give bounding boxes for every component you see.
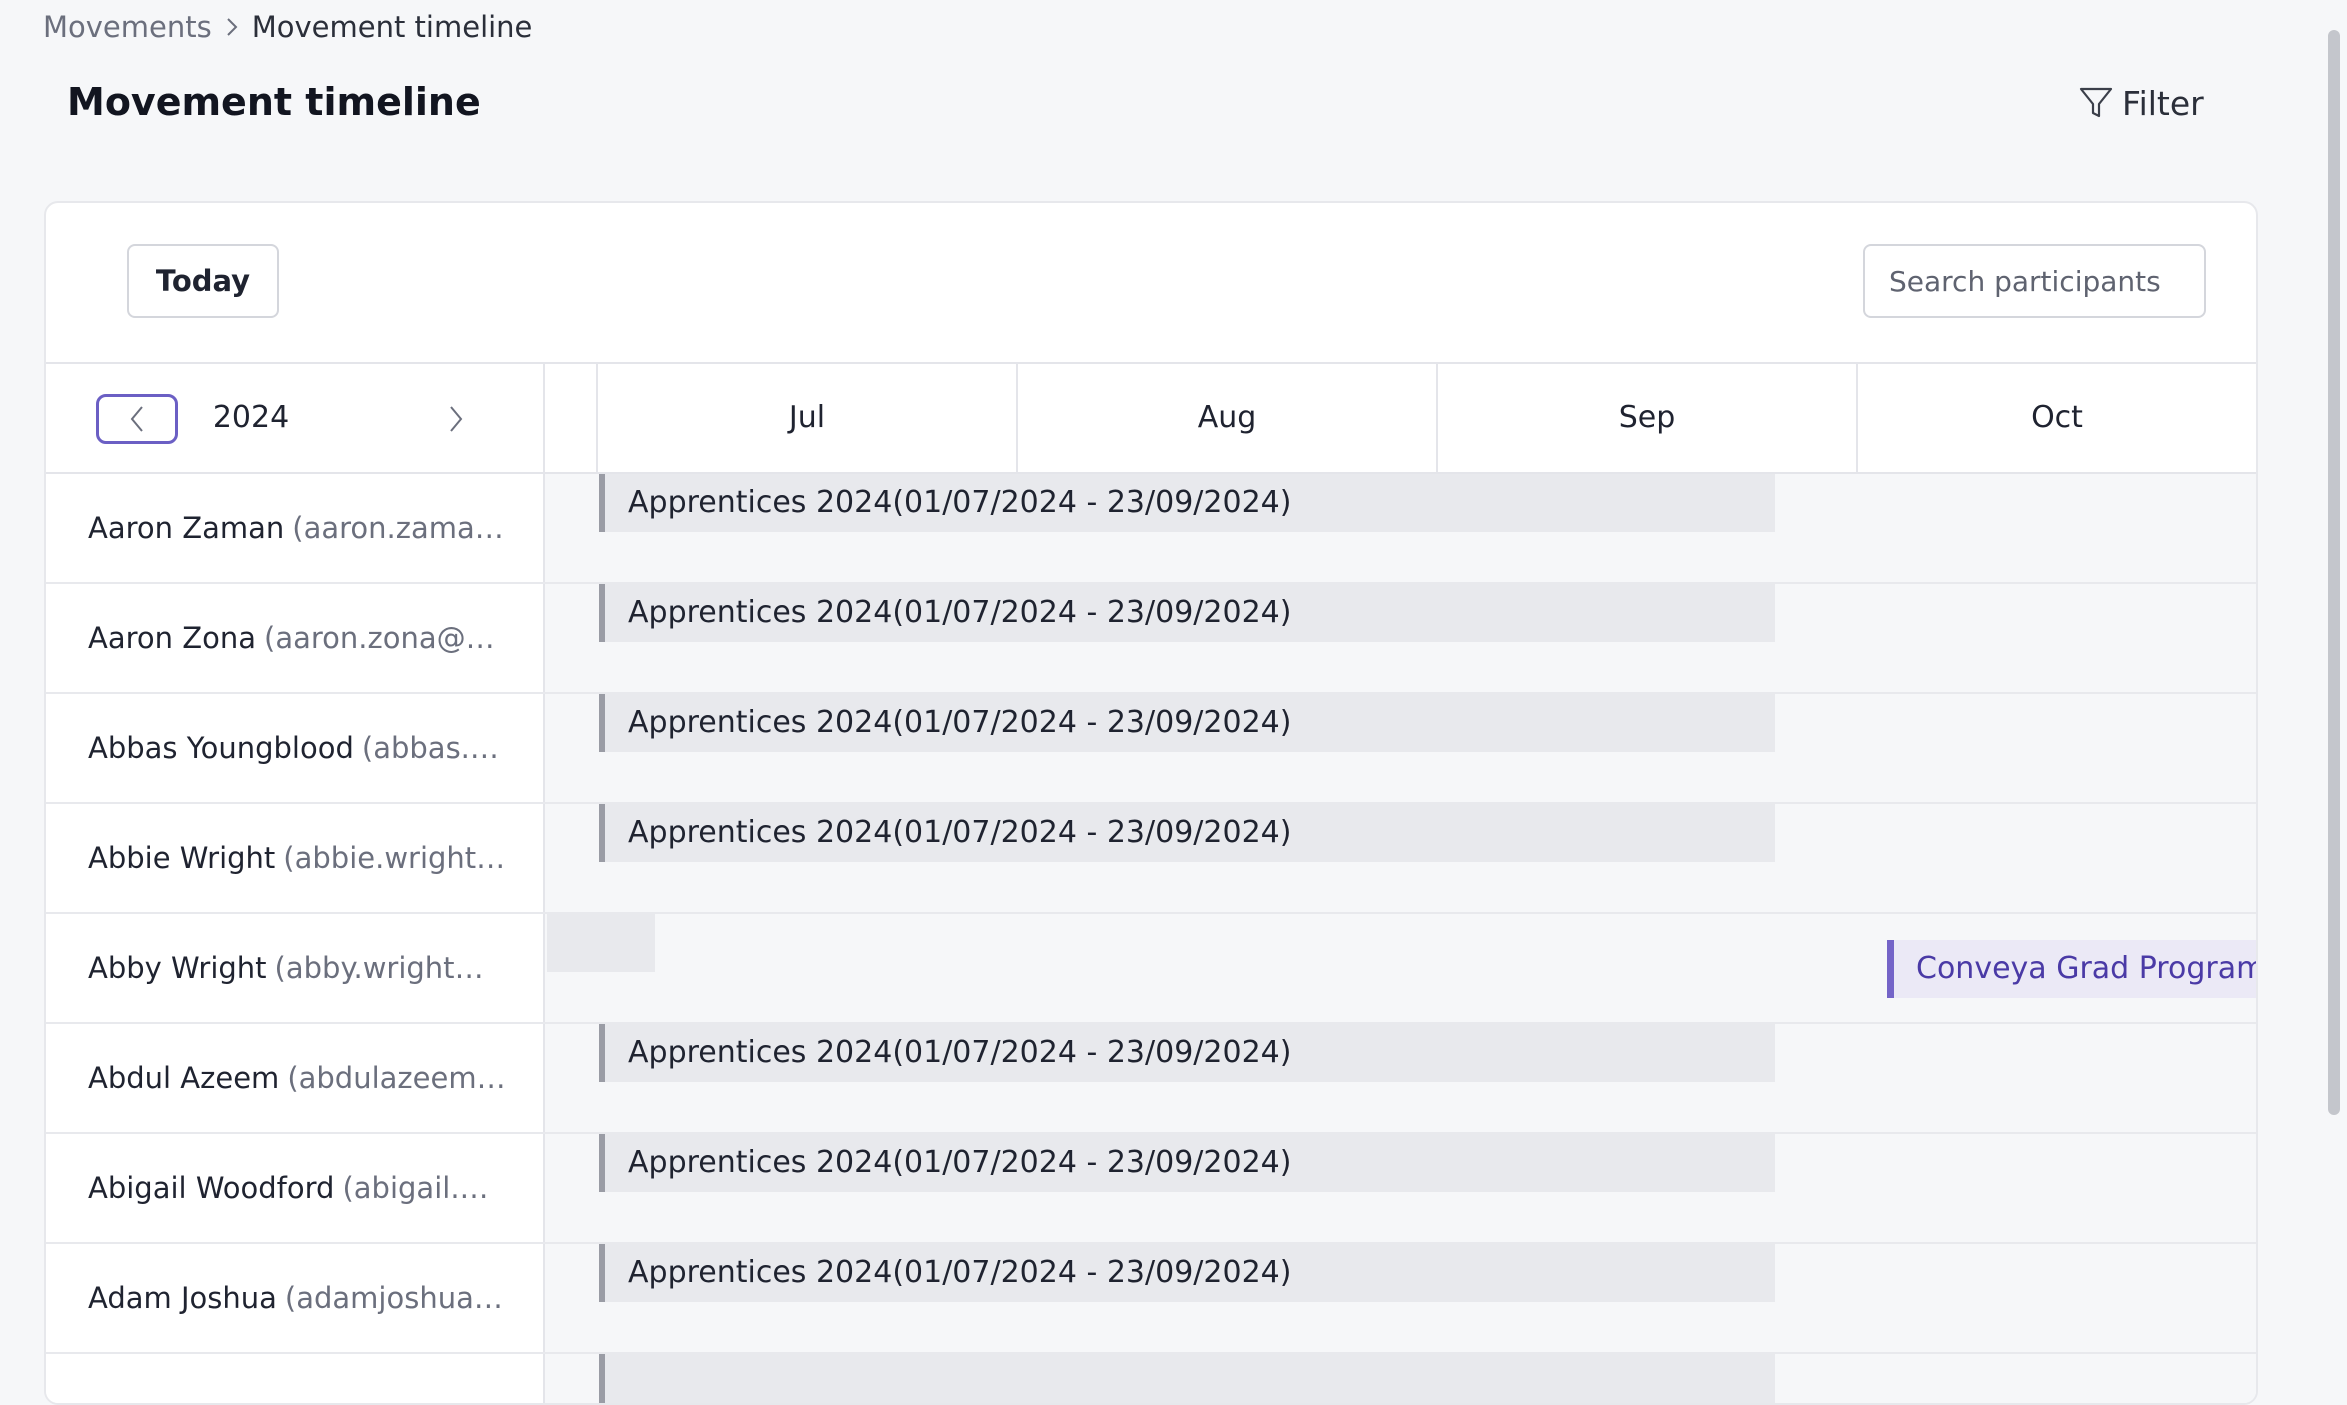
participant-email: (abby.wright@… <box>274 951 507 985</box>
participant-name-cell[interactable]: Aaron Zona (aaron.zona@c… <box>46 584 545 692</box>
participant-name: Aaron Zona <box>88 621 256 655</box>
next-year-button[interactable] <box>436 394 476 444</box>
timeline-gutter <box>545 364 598 472</box>
table-row <box>46 1354 2256 1403</box>
participant-name: Adam Joshua <box>88 1281 277 1315</box>
participant-name-cell[interactable]: Aaron Zaman (aaron.zaman… <box>46 474 545 582</box>
chevron-left-icon <box>130 406 143 432</box>
previous-year-button[interactable] <box>96 394 178 444</box>
movement-bar-conveya[interactable]: Conveya Grad Programme <box>1887 940 2256 998</box>
participant-email: (abbie.wright… <box>283 841 506 875</box>
movement-bar[interactable]: Apprentices 2024(01/07/2024 - 23/09/2024… <box>599 584 1775 642</box>
movement-bar[interactable]: Apprentices 2024(01/07/2024 - 23/09/2024… <box>599 1134 1775 1192</box>
participant-name: Abigail Woodford <box>88 1171 335 1205</box>
movement-bar[interactable] <box>599 1354 1775 1403</box>
participant-email: (aaron.zaman… <box>292 511 507 545</box>
table-row: Abdul Azeem (abdulazeem.… Apprentices 202… <box>46 1024 2256 1134</box>
table-row: Adam Joshua (adamjoshua… Apprentices 2024… <box>46 1244 2256 1354</box>
participant-email: (abigail.w… <box>342 1171 507 1205</box>
participant-name-cell[interactable]: Abby Wright (abby.wright@… <box>46 914 545 1022</box>
filter-button[interactable]: Filter <box>2078 80 2204 126</box>
participant-email: (adamjoshua… <box>284 1281 503 1315</box>
participant-name-cell[interactable] <box>46 1354 545 1403</box>
movement-bar-stub[interactable] <box>547 914 655 972</box>
participant-name: Abby Wright <box>88 951 267 985</box>
today-button[interactable]: Today <box>127 244 279 318</box>
participant-name: Aaron Zaman <box>88 511 285 545</box>
table-row: Abbie Wright (abbie.wright… Apprentices 2… <box>46 804 2256 914</box>
year-label: 2024 <box>212 400 290 435</box>
movement-bar[interactable]: Apprentices 2024(01/07/2024 - 23/09/2024… <box>599 1024 1775 1082</box>
table-row: Abigail Woodford (abigail.w… Apprentices … <box>46 1134 2256 1244</box>
page-title: Movement timeline <box>67 80 481 124</box>
movement-bar[interactable]: Apprentices 2024(01/07/2024 - 23/09/2024… <box>599 804 1775 862</box>
movement-bar[interactable]: Apprentices 2024(01/07/2024 - 23/09/2024… <box>599 694 1775 752</box>
timeline-rows: Aaron Zaman (aaron.zaman… Apprentices 202… <box>46 474 2256 1403</box>
breadcrumb-current: Movement timeline <box>251 10 533 44</box>
participant-email: (abdulazeem.… <box>287 1061 507 1095</box>
month-header-aug: Aug <box>1018 364 1438 472</box>
breadcrumb: Movements Movement timeline <box>43 8 532 46</box>
breadcrumb-movements-link[interactable]: Movements <box>43 10 212 44</box>
participant-name-cell[interactable]: Adam Joshua (adamjoshua… <box>46 1244 545 1352</box>
participant-name-cell[interactable]: Abigail Woodford (abigail.w… <box>46 1134 545 1242</box>
table-row: Abbas Youngblood (abbas.… Apprentices 202… <box>46 694 2256 804</box>
month-header-oct: Oct <box>2031 400 2083 435</box>
table-row: Abby Wright (abby.wright@… Conveya Grad P… <box>46 914 2256 1024</box>
participant-name: Abbas Youngblood <box>88 731 354 765</box>
month-header-jul: Jul <box>598 364 1018 472</box>
chevron-right-icon <box>212 8 252 46</box>
year-navigator: 2024 <box>46 364 545 472</box>
participant-name: Abbie Wright <box>88 841 276 875</box>
chevron-right-icon <box>450 406 463 432</box>
timeline-card: Today 2024 Jul Aug Sep Oct Aaron Zaman(a… <box>44 201 2258 1405</box>
participant-name-cell[interactable]: Abdul Azeem (abdulazeem.… <box>46 1024 545 1132</box>
participant-email: (abbas.… <box>361 731 499 765</box>
participant-email: (aaron.zona@c… <box>264 621 507 655</box>
filter-label: Filter <box>2122 83 2204 123</box>
movement-bar[interactable]: Apprentices 2024(01/07/2024 - 23/09/2024… <box>599 1244 1775 1302</box>
table-row: Aaron Zaman (aaron.zaman… Apprentices 202… <box>46 474 2256 584</box>
movement-bar[interactable]: Apprentices 2024(01/07/2024 - 23/09/2024… <box>599 474 1775 532</box>
participant-name-cell[interactable]: Abbie Wright (abbie.wright… <box>46 804 545 912</box>
participant-name-cell[interactable]: Abbas Youngblood (abbas.… <box>46 694 545 802</box>
month-header-sep: Sep <box>1438 364 1858 472</box>
timeline-header: 2024 Jul Aug Sep Oct <box>46 362 2256 474</box>
page-scrollbar[interactable] <box>2325 0 2347 1361</box>
search-participants-input[interactable] <box>1863 244 2206 318</box>
participant-name: Abdul Azeem <box>88 1061 280 1095</box>
scrollbar-thumb[interactable] <box>2328 30 2340 1115</box>
filter-icon <box>2078 85 2114 121</box>
table-row: Aaron Zona (aaron.zona@c… Apprentices 202… <box>46 584 2256 694</box>
